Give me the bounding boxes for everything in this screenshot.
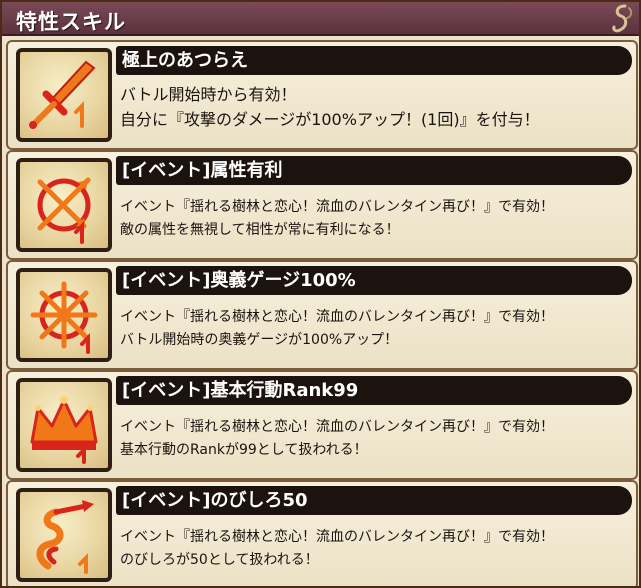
- burst-star-icon: [30, 281, 98, 354]
- skill-name: [イベント]基本行動Rank99: [122, 380, 359, 401]
- description-line: のびしろが50として扱われる！: [120, 552, 319, 568]
- skill-card[interactable]: 極上のあつらえ バトル開始時から有効！ 自分に『攻撃のダメージが100%アップ！…: [6, 40, 638, 150]
- skill-name: [イベント]のびしろ50: [122, 490, 308, 511]
- description-line: バトル開始時の奥義ゲージが100%アップ！: [120, 332, 399, 348]
- skill-name-bar: [イベント]のびしろ50: [116, 486, 632, 515]
- description-line: イベント『揺れる樹林と恋心！流血のバレンタイン再び！』で有効！: [120, 419, 554, 435]
- skill-card[interactable]: [イベント]基本行動Rank99 イベント『揺れる樹林と恋心！流血のバレンタイン…: [6, 370, 638, 480]
- skill-name-bar: 極上のあつらえ: [116, 46, 632, 75]
- skill-icon-frame: [16, 488, 112, 582]
- skill-icon-frame: [16, 48, 112, 142]
- skill-description: イベント『揺れる樹林と恋心！流血のバレンタイン再び！』で有効！ 基本行動のRan…: [120, 416, 554, 462]
- skill-name-bar: [イベント]奥義ゲージ100%: [116, 266, 632, 295]
- skill-icon-frame: [16, 378, 112, 472]
- skill-description: イベント『揺れる樹林と恋心！流血のバレンタイン再び！』で有効！ バトル開始時の奥…: [120, 306, 554, 352]
- skill-name: 極上のあつらえ: [122, 50, 248, 71]
- skill-card[interactable]: [イベント]奥義ゲージ100% イベント『揺れる樹林と恋心！流血のバレンタイン再…: [6, 260, 638, 370]
- description-line: 基本行動のRankが99として扱われる！: [120, 442, 368, 458]
- spiral-arrow-icon: [36, 500, 94, 574]
- crossed-arrows-icon: [37, 177, 91, 244]
- scroll-ornament-icon: [612, 4, 633, 33]
- crown-icon: [30, 396, 98, 464]
- description-line: イベント『揺れる樹林と恋心！流血のバレンタイン再び！』で有効！: [120, 199, 554, 215]
- description-line: 敵の属性を無視して相性が常に有利になる！: [120, 222, 400, 238]
- description-line: イベント『揺れる樹林と恋心！流血のバレンタイン再び！』で有効！: [120, 529, 554, 545]
- skill-description: イベント『揺れる樹林と恋心！流血のバレンタイン再び！』で有効！ 敵の属性を無視し…: [120, 196, 554, 242]
- panel-header: 特性スキル: [2, 2, 639, 36]
- trait-skill-panel: 特性スキル 極上のあつらえ バトル開始時から有効！ 自分に『攻撃のダメージが10…: [0, 0, 641, 588]
- sword-icon: [29, 60, 96, 129]
- skill-name-bar: [イベント]基本行動Rank99: [116, 376, 632, 405]
- skill-icon-frame: [16, 268, 112, 362]
- skill-card[interactable]: [イベント]のびしろ50 イベント『揺れる樹林と恋心！流血のバレンタイン再び！』…: [6, 480, 638, 586]
- description-line: 自分に『攻撃のダメージが100%アップ！(1回)』を付与！: [120, 110, 540, 129]
- skill-icon-frame: [16, 158, 112, 252]
- description-line: イベント『揺れる樹林と恋心！流血のバレンタイン再び！』で有効！: [120, 309, 554, 325]
- skill-description: イベント『揺れる樹林と恋心！流血のバレンタイン再び！』で有効！ のびしろが50と…: [120, 526, 554, 572]
- panel-title: 特性スキル: [16, 10, 126, 34]
- skill-description: バトル開始時から有効！ 自分に『攻撃のダメージが100%アップ！(1回)』を付与…: [120, 82, 540, 132]
- description-line: バトル開始時から有効！: [120, 85, 297, 104]
- skill-name-bar: [イベント]属性有利: [116, 156, 632, 185]
- skill-name: [イベント]属性有利: [122, 160, 283, 181]
- skill-name: [イベント]奥義ゲージ100%: [122, 270, 356, 291]
- skill-card[interactable]: [イベント]属性有利 イベント『揺れる樹林と恋心！流血のバレンタイン再び！』で有…: [6, 150, 638, 260]
